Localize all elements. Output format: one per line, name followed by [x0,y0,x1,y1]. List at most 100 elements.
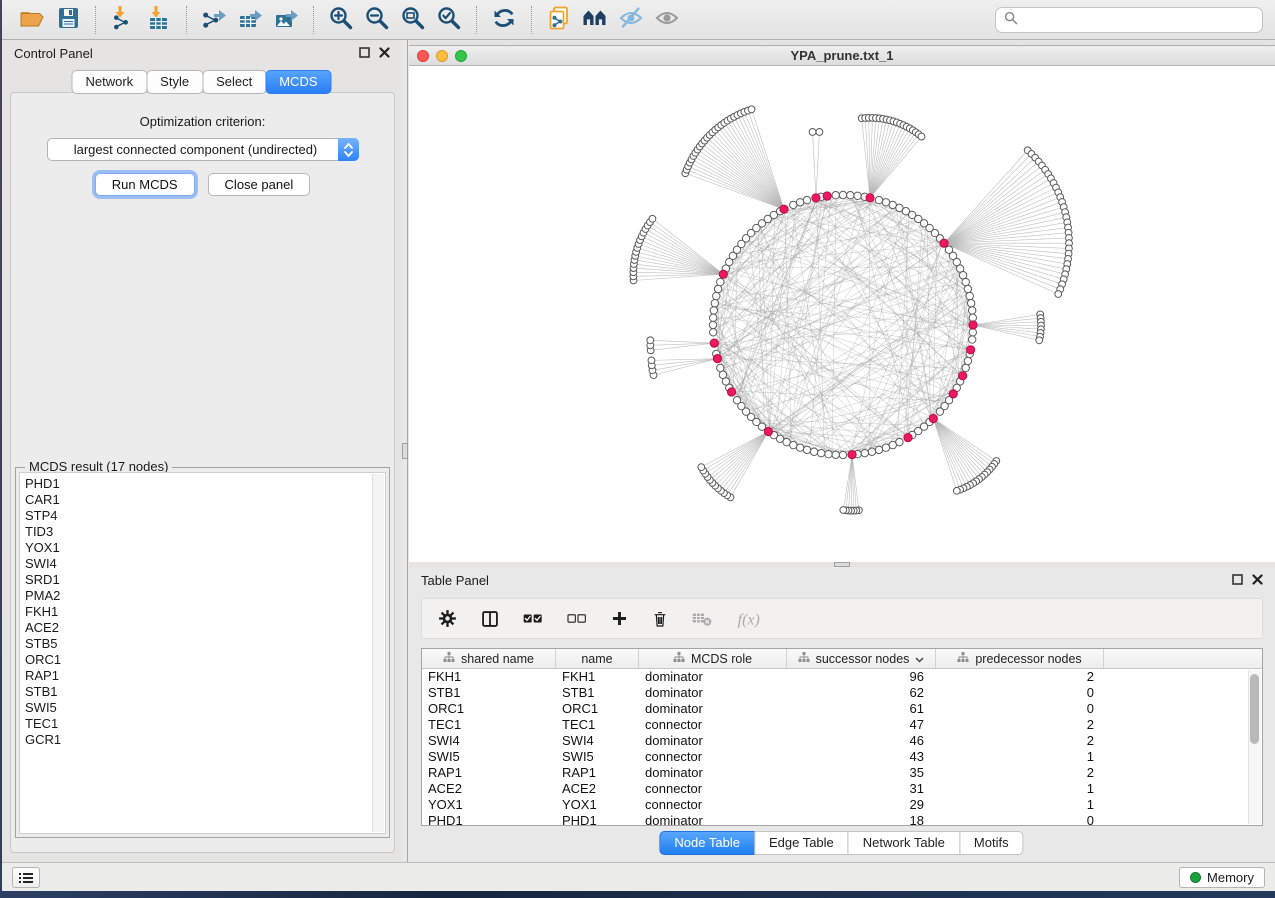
column-header-shared-name[interactable]: shared name [422,649,556,668]
result-scrollbar[interactable] [372,474,384,832]
network-node[interactable] [714,285,721,292]
mcds-hub-node[interactable] [959,372,967,380]
leaf-node[interactable] [953,487,960,494]
mcds-hub-node[interactable] [969,321,977,329]
network-node[interactable] [717,278,724,285]
network-node[interactable] [959,272,966,279]
leaf-node[interactable] [748,106,755,113]
mcds-hub-node[interactable] [710,339,718,347]
mcds-result-item[interactable]: STP4 [25,508,385,524]
leaf-node[interactable] [1055,291,1062,298]
mcds-result-item[interactable]: YOX1 [25,540,385,556]
network-node[interactable] [713,292,720,299]
mcds-hub-node[interactable] [727,388,735,396]
mcds-hub-node[interactable] [823,192,831,200]
open-file-button[interactable] [14,4,50,36]
table-row[interactable]: STB1STB1dominator620 [422,685,1262,701]
network-node[interactable] [861,449,868,456]
mcds-hub-node[interactable] [940,239,948,247]
select-all-button[interactable] [523,612,543,625]
network-node[interactable] [967,300,974,307]
mcds-hub-node[interactable] [719,270,727,278]
table-scrollbar[interactable] [1248,670,1261,824]
mcds-result-item[interactable]: CAR1 [25,492,385,508]
network-node[interactable] [936,408,943,415]
network-node[interactable] [796,444,803,451]
leaf-node[interactable] [816,129,823,136]
mcds-hub-node[interactable] [780,205,788,213]
table-row[interactable]: SWI5SWI5connector431 [422,749,1262,765]
tab-select[interactable]: Select [202,70,266,94]
mcds-hub-node[interactable] [713,355,721,363]
table-row[interactable]: ACE2ACE2connector311 [422,781,1262,797]
table-row[interactable]: PHD1PHD1dominator180 [422,813,1262,826]
leaf-node[interactable] [698,464,705,471]
network-node[interactable] [709,321,716,328]
network-titlebar[interactable]: YPA_prune.txt_1 [409,46,1275,66]
settings-button[interactable] [438,609,457,628]
float-panel-icon[interactable] [1232,573,1243,588]
network-node[interactable] [962,364,969,371]
column-header-name[interactable]: name [556,649,639,668]
leaf-node[interactable] [918,133,925,140]
network-node[interactable] [882,444,889,451]
column-header-MCDS-role[interactable]: MCDS role [639,649,787,668]
table-row[interactable]: RAP1RAP1dominator352 [422,765,1262,781]
table-row[interactable]: SWI4SWI4dominator462 [422,733,1262,749]
close-panel-icon[interactable] [379,46,390,61]
network-node[interactable] [717,364,724,371]
leaf-node[interactable] [809,129,816,136]
network-node[interactable] [964,357,971,364]
task-history-button[interactable] [12,867,40,888]
tab-mcds[interactable]: MCDS [265,70,331,94]
network-node[interactable] [966,292,973,299]
network-node[interactable] [832,451,839,458]
network-node[interactable] [711,300,718,307]
optimization-select[interactable]: largest connected component (undirected) [47,138,359,161]
zoom-in-button[interactable] [323,4,359,36]
float-panel-icon[interactable] [359,46,370,61]
network-node[interactable] [710,329,717,336]
tab-motifs[interactable]: Motifs [959,831,1024,855]
tab-network-table[interactable]: Network Table [848,831,960,855]
mcds-hub-node[interactable] [866,194,874,202]
vertical-splitter[interactable] [402,40,408,862]
network-canvas[interactable] [409,66,1275,562]
table-row[interactable]: FKH1FKH1dominator962 [422,669,1262,685]
mcds-result-item[interactable]: TID3 [25,524,385,540]
leaf-node[interactable] [1036,337,1043,344]
leaf-node[interactable] [649,215,656,222]
memory-button[interactable]: Memory [1179,867,1265,888]
mcds-hub-node[interactable] [812,194,820,202]
mcds-result-item[interactable]: PHD1 [25,476,385,492]
clone-network-button[interactable] [541,4,577,36]
network-node[interactable] [968,336,975,343]
search-input[interactable] [1024,10,1262,30]
export-table-button[interactable] [232,4,268,36]
mcds-hub-node[interactable] [764,427,772,435]
network-node[interactable] [882,199,889,206]
show-all-button[interactable] [649,4,685,36]
export-image-button[interactable] [268,4,304,36]
tab-network[interactable]: Network [71,70,147,94]
network-node[interactable] [964,285,971,292]
search-box[interactable] [995,7,1263,33]
refresh-button[interactable] [486,4,522,36]
column-header-predecessor-nodes[interactable]: predecessor nodes [936,649,1104,668]
network-node[interactable] [839,191,846,198]
network-node[interactable] [889,441,896,448]
mcds-result-item[interactable]: STB1 [25,684,385,700]
mcds-hub-node[interactable] [949,390,957,398]
deselect-all-button[interactable] [567,612,587,625]
network-graph[interactable] [409,66,1275,562]
network-node[interactable] [875,196,882,203]
mcds-result-item[interactable]: SWI5 [25,700,385,716]
network-node[interactable] [803,196,810,203]
network-node[interactable] [854,192,861,199]
import-network-button[interactable] [105,4,141,36]
network-node[interactable] [962,278,969,285]
mcds-result-item[interactable]: ORC1 [25,652,385,668]
tab-node-table[interactable]: Node Table [659,831,755,855]
scrollbar-thumb[interactable] [1250,674,1259,744]
zoom-selected-button[interactable] [431,4,467,36]
